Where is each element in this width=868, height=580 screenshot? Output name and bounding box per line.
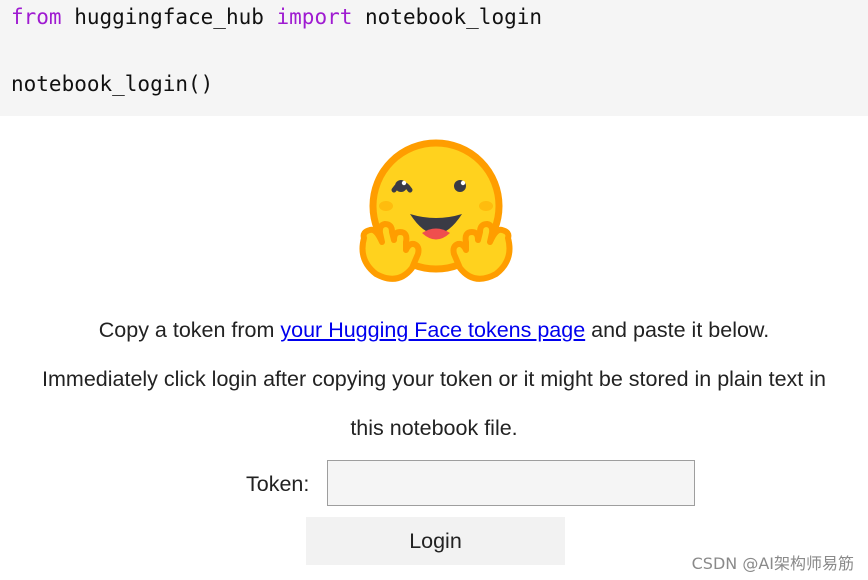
token-label: Token: — [246, 472, 310, 496]
watermark: CSDN @AI架构师易筋 — [691, 554, 854, 573]
module-name: huggingface_hub — [61, 5, 277, 29]
keyword-from: from — [11, 5, 62, 29]
token-input[interactable] — [327, 460, 695, 506]
intro-before-link: Copy a token from — [98, 318, 281, 342]
intro-text: Copy a token from your Hugging Face toke… — [0, 316, 868, 344]
code-line-import: from huggingface_hub import notebook_log… — [11, 4, 542, 30]
keyword-import: import — [276, 5, 353, 29]
cell-output: Copy a token from your Hugging Face toke… — [0, 116, 868, 580]
code-line-call: notebook_login() — [11, 72, 214, 96]
intro-after-link: and paste it below. — [585, 318, 770, 342]
login-button[interactable]: Login — [306, 517, 565, 565]
tokens-page-link[interactable]: your Hugging Face tokens page — [280, 318, 585, 342]
warning-text-line-1: Immediately click login after copying yo… — [42, 367, 826, 391]
imported-name: notebook_login — [352, 5, 543, 29]
code-cell[interactable]: from huggingface_hub import notebook_log… — [0, 0, 868, 116]
warning-text-line-2: this notebook file. — [350, 416, 518, 440]
hugging-face-icon — [359, 139, 513, 282]
